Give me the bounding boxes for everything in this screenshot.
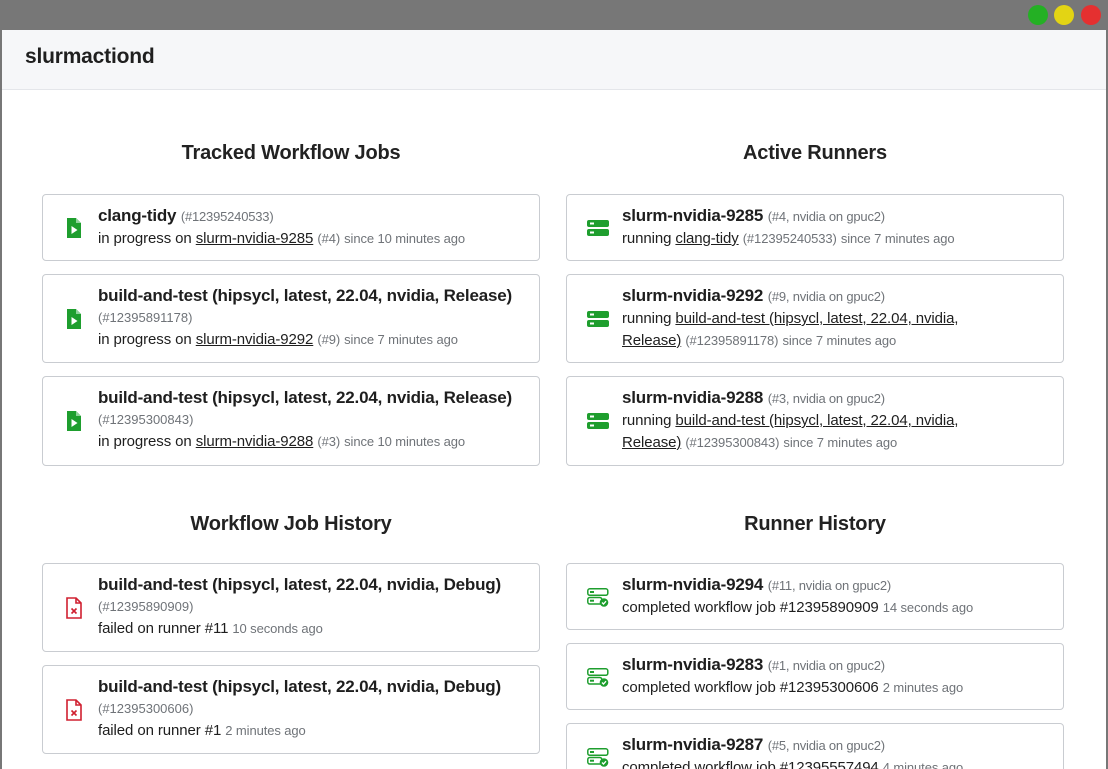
job-id: (#12395890909) [98, 599, 194, 614]
job-history-card[interactable]: build-and-test (hipsycl, latest, 22.04, … [42, 563, 540, 652]
job-status: in progress on [98, 230, 192, 247]
runner-name: slurm-nvidia-9287 [622, 735, 764, 754]
runner-time: 2 minutes ago [882, 680, 964, 695]
failed-file-icon [66, 698, 82, 721]
runner-history-card[interactable]: slurm-nvidia-9294 (#11, nvidia on gpuc2)… [566, 563, 1064, 630]
tracked-job-card[interactable]: build-and-test (hipsycl, latest, 22.04, … [42, 274, 540, 363]
runner-number: (#4) [317, 231, 341, 246]
maximize-button[interactable] [1028, 5, 1048, 25]
job-history-card[interactable]: build-and-test (hipsycl, latest, 22.04, … [42, 665, 540, 754]
play-file-icon [67, 217, 81, 238]
runner-time: 14 seconds ago [882, 600, 974, 615]
runner-status: running [622, 412, 672, 429]
window-titlebar [0, 0, 1108, 30]
job-status: in progress on [98, 433, 192, 450]
runner-meta: (#9, nvidia on gpuc2) [767, 289, 885, 304]
runner-meta: (#11, nvidia on gpuc2) [767, 578, 891, 593]
runner-meta: (#5, nvidia on gpuc2) [767, 738, 885, 753]
minimize-button[interactable] [1054, 5, 1074, 25]
runner-name: slurm-nvidia-9288 [622, 388, 764, 407]
tracked-job-card[interactable]: clang-tidy (#12395240533) in progress on… [42, 194, 540, 261]
section-title-tracked-jobs: Tracked Workflow Jobs [181, 142, 401, 164]
job-name: build-and-test (hipsycl, latest, 22.04, … [98, 286, 512, 305]
runner-link[interactable]: slurm-nvidia-9292 [196, 331, 314, 348]
runner-meta: (#4, nvidia on gpuc2) [767, 209, 885, 224]
job-time: since 7 minutes ago [344, 332, 458, 347]
job-link[interactable]: build-and-test (hipsycl, latest, 22.04, … [675, 412, 958, 429]
play-file-icon [67, 411, 81, 431]
runner-number: (#3) [317, 434, 341, 449]
runner-name: slurm-nvidia-9285 [622, 206, 764, 225]
app-header: slurmactiond [2, 30, 1106, 90]
runner-time: since 7 minutes ago [783, 435, 898, 450]
runner-meta: (#3, nvidia on gpuc2) [767, 391, 885, 406]
runner-status: running [622, 310, 672, 327]
job-time: since 10 minutes ago [344, 434, 465, 449]
section-title-active-runners: Active Runners [743, 142, 887, 164]
job-id: (#12395891178) [98, 310, 193, 325]
active-runner-card[interactable]: slurm-nvidia-9285 (#4, nvidia on gpuc2) … [566, 194, 1064, 261]
runner-name: slurm-nvidia-9292 [622, 286, 764, 305]
runner-number: (#9) [317, 332, 341, 347]
job-link[interactable]: clang-tidy [675, 230, 738, 247]
runner-time: since 7 minutes ago [782, 333, 897, 348]
runner-history-card[interactable]: slurm-nvidia-9283 (#1, nvidia on gpuc2) … [566, 643, 1064, 710]
runner-time: 4 minutes ago [882, 760, 964, 769]
server-icon [587, 413, 609, 429]
failed-file-icon [66, 596, 82, 619]
server-icon [587, 219, 609, 236]
section-title-runner-history: Runner History [744, 513, 886, 535]
job-link-continued[interactable]: Release) [622, 434, 681, 451]
server-check-icon [587, 587, 609, 607]
job-status: failed on runner #11 [98, 620, 229, 637]
runner-link[interactable]: slurm-nvidia-9288 [196, 433, 314, 450]
tracked-job-card[interactable]: build-and-test (hipsycl, latest, 22.04, … [42, 376, 540, 466]
app-window: slurmactiond Tracked Workflow Jobs clang… [2, 30, 1106, 769]
job-time: 10 seconds ago [232, 621, 323, 636]
job-time: 2 minutes ago [225, 723, 306, 738]
job-name: build-and-test (hipsycl, latest, 22.04, … [98, 677, 501, 696]
job-time: since 10 minutes ago [344, 231, 465, 246]
runner-link[interactable]: slurm-nvidia-9285 [196, 230, 314, 247]
job-id: (#12395891178) [685, 333, 779, 348]
job-id: (#12395240533) [180, 209, 274, 224]
job-status: failed on runner #1 [98, 722, 222, 739]
runner-history-card[interactable]: slurm-nvidia-9287 (#5, nvidia on gpuc2) … [566, 723, 1064, 769]
job-link-continued[interactable]: Release) [622, 332, 681, 349]
app-title: slurmactiond [25, 45, 155, 68]
runner-status: completed workflow job #12395557494 [622, 759, 879, 769]
runner-status: running [622, 230, 672, 247]
job-id: (#12395300843) [98, 412, 194, 427]
runner-status: completed workflow job #12395300606 [622, 679, 879, 696]
job-name: build-and-test (hipsycl, latest, 22.04, … [98, 388, 512, 407]
section-title-job-history: Workflow Job History [190, 513, 392, 535]
server-check-icon [587, 747, 609, 767]
close-button[interactable] [1081, 5, 1101, 25]
runner-meta: (#1, nvidia on gpuc2) [767, 658, 885, 673]
active-runner-card[interactable]: slurm-nvidia-9288 (#3, nvidia on gpuc2) … [566, 376, 1064, 466]
job-id: (#12395300606) [98, 701, 194, 716]
job-name: build-and-test (hipsycl, latest, 22.04, … [98, 575, 501, 594]
runner-time: since 7 minutes ago [840, 231, 955, 246]
active-runner-card[interactable]: slurm-nvidia-9292 (#9, nvidia on gpuc2) … [566, 274, 1064, 363]
job-status: in progress on [98, 331, 192, 348]
runner-name: slurm-nvidia-9294 [622, 575, 764, 594]
job-link[interactable]: build-and-test (hipsycl, latest, 22.04, … [675, 310, 958, 327]
job-id: (#12395240533) [742, 231, 837, 246]
server-check-icon [587, 667, 609, 687]
job-id: (#12395300843) [685, 435, 780, 450]
runner-status: completed workflow job #12395890909 [622, 599, 879, 616]
server-icon [587, 310, 609, 327]
runner-name: slurm-nvidia-9283 [622, 655, 764, 674]
play-file-icon [67, 308, 81, 329]
job-name: clang-tidy [98, 206, 177, 225]
